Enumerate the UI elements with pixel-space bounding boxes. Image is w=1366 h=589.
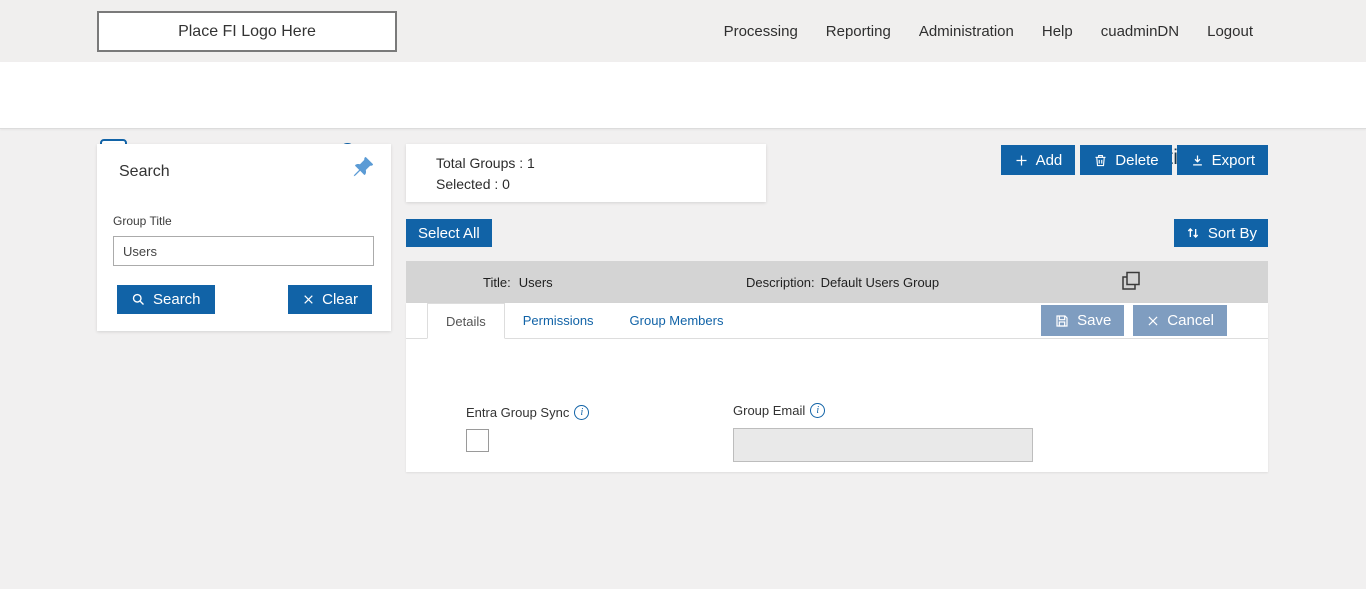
group-email-label: Group Email i xyxy=(733,403,826,418)
search-panel-title: Search xyxy=(119,163,170,180)
tab-details[interactable]: Details xyxy=(427,303,505,339)
entra-group-sync-label: Entra Group Sync i xyxy=(466,405,590,420)
group-description-field-value: Default Users Group xyxy=(820,275,940,290)
fi-logo-placeholder: Place FI Logo Here xyxy=(97,11,397,52)
magnifier-icon xyxy=(131,292,146,307)
top-header-bar: Place FI Logo Here Processing Reporting … xyxy=(0,0,1366,62)
select-all-label: Select All xyxy=(418,224,480,242)
group-title-input[interactable] xyxy=(113,236,374,266)
group-email-input xyxy=(733,428,1033,462)
trash-icon xyxy=(1093,153,1108,168)
entra-group-sync-info-icon[interactable]: i xyxy=(574,405,590,420)
tab-group-members-label: Group Members xyxy=(629,313,724,328)
floppy-icon xyxy=(1054,313,1070,329)
group-description-field-label: Description: xyxy=(746,275,815,290)
top-nav: Processing Reporting Administration Help… xyxy=(724,0,1253,62)
search-actions: Search Clear xyxy=(97,285,391,314)
group-title-label: Group Title xyxy=(113,214,172,228)
group-row-title: Title: Users xyxy=(483,275,553,290)
export-button[interactable]: Export xyxy=(1176,145,1268,175)
entra-group-sync-label-text: Entra Group Sync xyxy=(466,405,570,420)
delete-button-label: Delete xyxy=(1115,151,1159,169)
nav-user-cuadmindn[interactable]: cuadminDN xyxy=(1101,23,1179,40)
group-actions-toolbar: Add Delete Export xyxy=(1000,145,1268,175)
nav-logout[interactable]: Logout xyxy=(1207,23,1253,40)
x-icon xyxy=(302,293,315,306)
tab-permissions[interactable]: Permissions xyxy=(505,303,612,338)
group-list-row[interactable]: Title: Users Description: Default Users Gr… xyxy=(406,261,1268,303)
search-panel: Search Group Title Search Clear xyxy=(97,144,391,331)
panel-actions: Save Cancel xyxy=(1041,305,1227,336)
plus-icon xyxy=(1014,153,1029,168)
group-detail-panel: Details Permissions Group Members Save C… xyxy=(406,303,1268,472)
delete-button[interactable]: Delete xyxy=(1080,145,1172,175)
tab-group-members[interactable]: Group Members xyxy=(612,303,742,338)
save-button[interactable]: Save xyxy=(1041,305,1125,336)
sort-by-button[interactable]: Sort By xyxy=(1173,219,1268,247)
tab-details-label: Details xyxy=(446,313,486,329)
detail-tabbar: Details Permissions Group Members Save C… xyxy=(406,303,1268,339)
group-row-description: Description: Default Users Group xyxy=(746,275,939,290)
clear-button[interactable]: Clear xyxy=(288,285,372,314)
cancel-button[interactable]: Cancel xyxy=(1133,305,1227,336)
group-title-field-label: Title: xyxy=(483,275,511,290)
page-title-bar: Group Maintenance i Kinective Sign xyxy=(0,62,1366,169)
group-email-info-icon[interactable]: i xyxy=(810,403,826,418)
download-icon xyxy=(1190,153,1205,168)
details-tab-content: Entra Group Sync i Group Email i xyxy=(406,339,1268,471)
x-icon xyxy=(1146,314,1160,328)
pushpin-icon[interactable] xyxy=(351,156,375,180)
copy-icon[interactable] xyxy=(1118,269,1144,295)
group-email-label-text: Group Email xyxy=(733,403,806,418)
search-button-label: Search xyxy=(153,291,201,308)
selected-count-text: Selected : 0 xyxy=(436,176,510,192)
group-title-field-value: Users xyxy=(518,275,553,290)
groups-summary: Total Groups : 1 Selected : 0 xyxy=(406,144,766,202)
fi-logo-placeholder-text: Place FI Logo Here xyxy=(178,22,316,40)
add-button[interactable]: Add xyxy=(1000,145,1076,175)
nav-reporting[interactable]: Reporting xyxy=(826,23,891,40)
total-groups-text: Total Groups : 1 xyxy=(436,155,535,171)
add-button-label: Add xyxy=(1035,151,1063,169)
nav-administration[interactable]: Administration xyxy=(919,23,1014,40)
select-all-button[interactable]: Select All xyxy=(406,219,492,247)
nav-processing[interactable]: Processing xyxy=(724,23,798,40)
clear-button-label: Clear xyxy=(322,291,358,308)
search-button[interactable]: Search xyxy=(117,285,215,314)
export-button-label: Export xyxy=(1211,151,1255,169)
tab-permissions-label: Permissions xyxy=(522,313,594,328)
entra-group-sync-checkbox[interactable] xyxy=(466,429,489,452)
sort-by-label: Sort By xyxy=(1207,224,1257,242)
cancel-button-label: Cancel xyxy=(1167,312,1214,329)
save-button-label: Save xyxy=(1077,312,1112,329)
nav-help[interactable]: Help xyxy=(1042,23,1073,40)
sort-arrows-icon xyxy=(1185,225,1201,241)
